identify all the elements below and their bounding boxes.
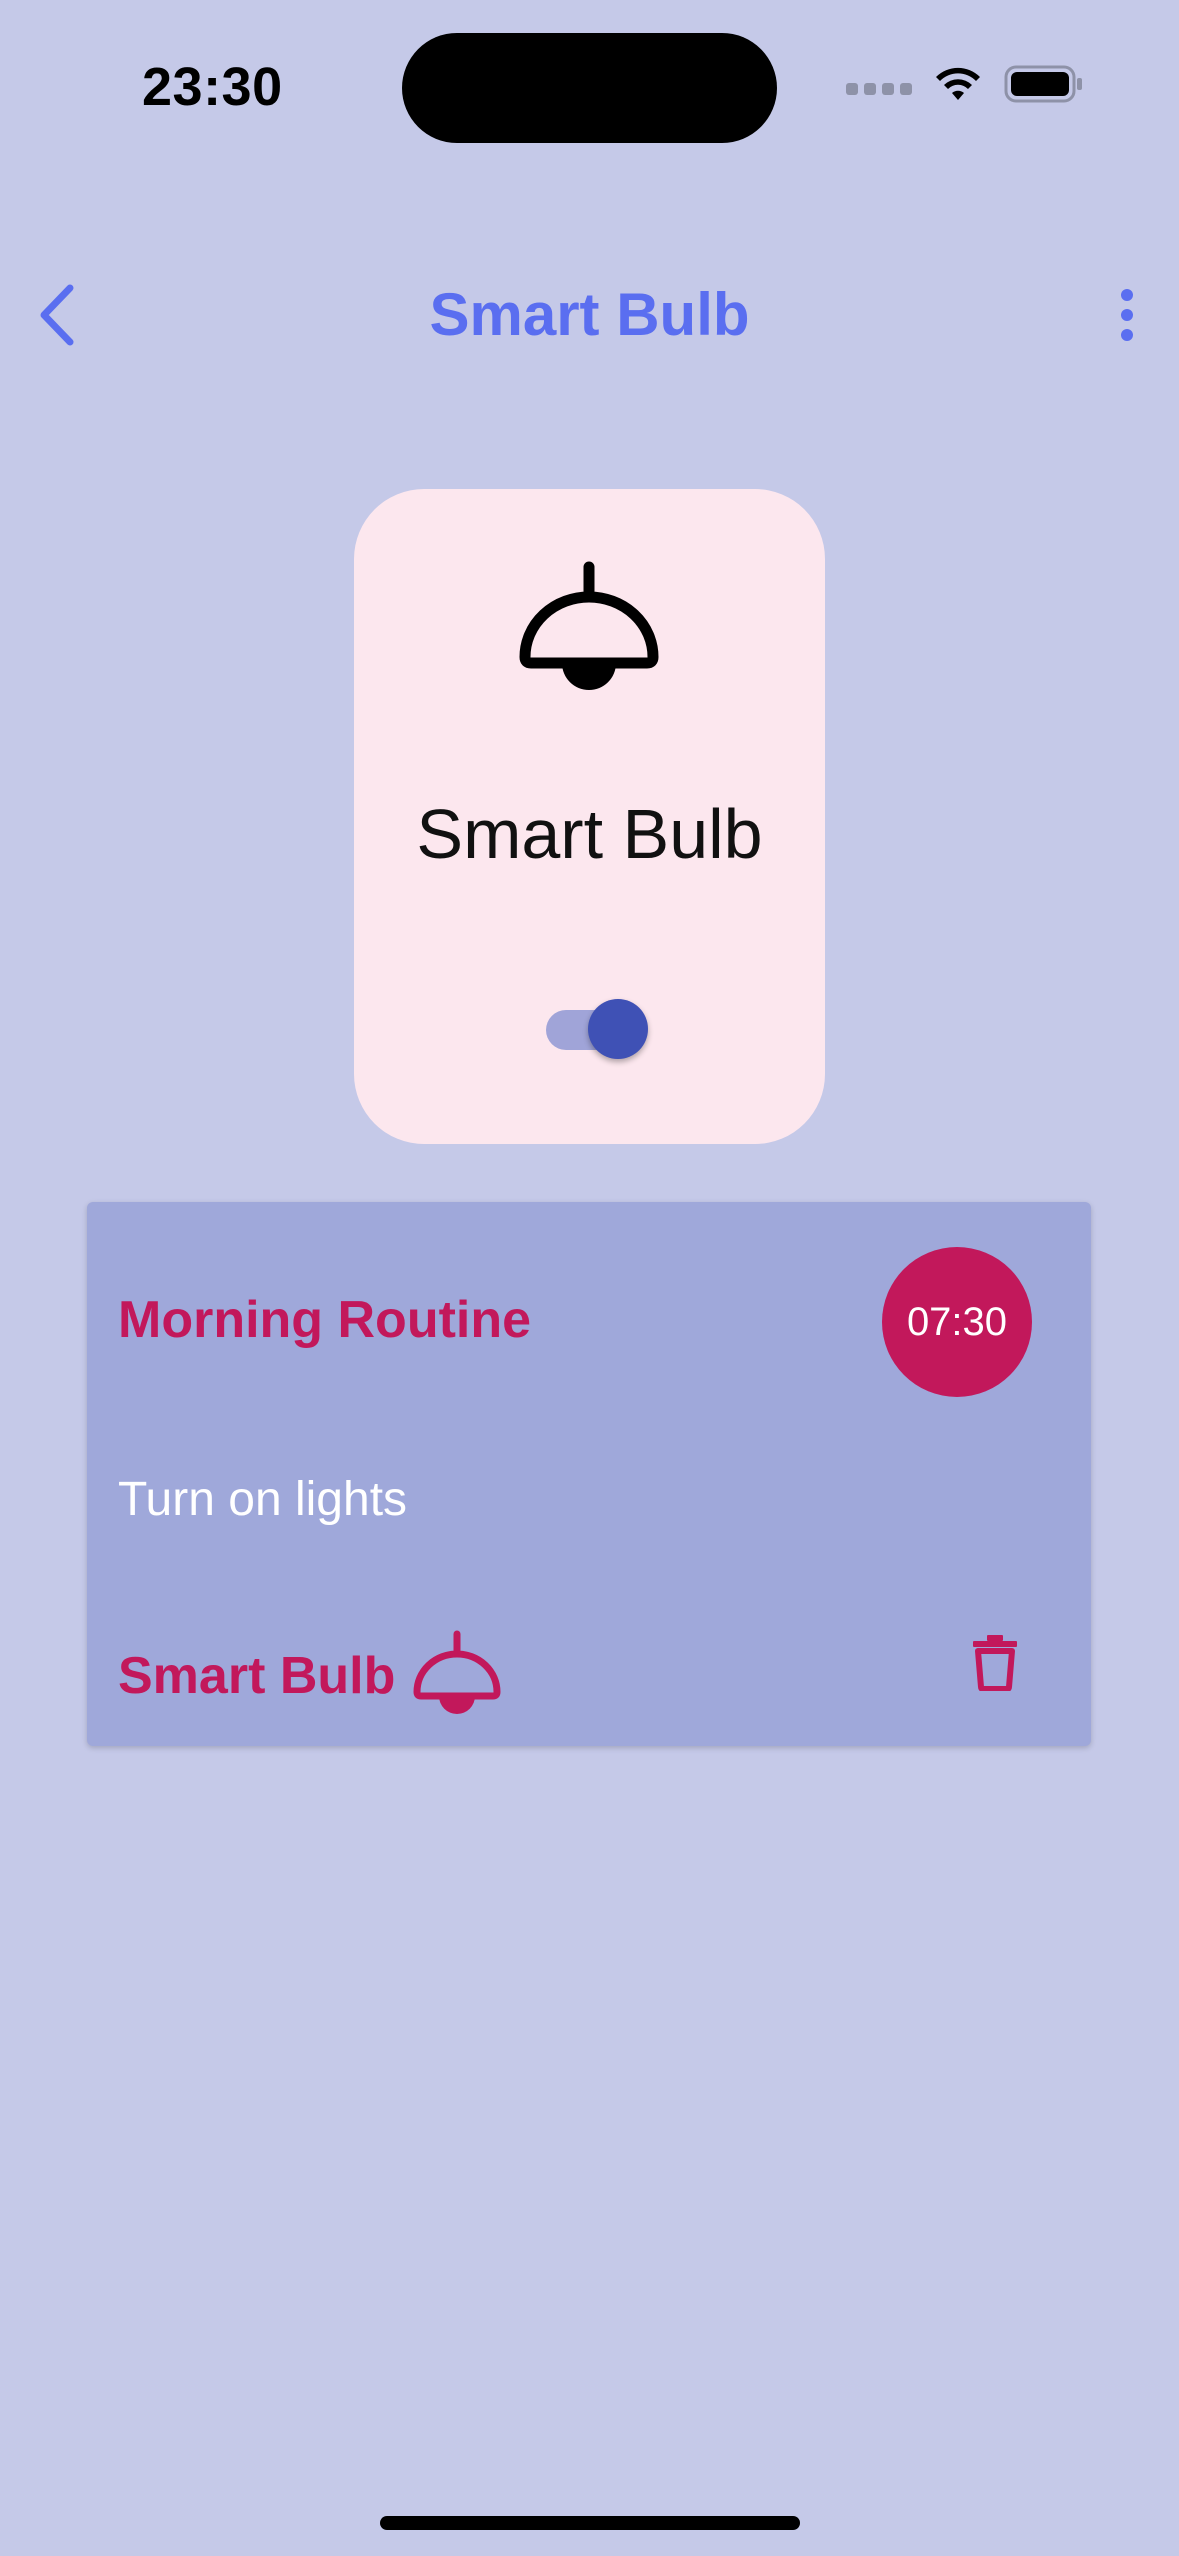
status-bar: 23:30 <box>0 0 1179 170</box>
routine-device-label: Smart Bulb <box>118 1647 396 1705</box>
cellular-signal-icon <box>846 83 912 95</box>
power-toggle[interactable] <box>540 997 648 1059</box>
routine-title: Morning Routine <box>118 1291 532 1349</box>
trash-icon <box>973 1635 1017 1691</box>
lamp-icon <box>519 561 659 690</box>
page-title: Smart Bulb <box>429 281 750 348</box>
routine-device: Smart Bulb <box>118 1630 503 1722</box>
status-icons <box>846 64 1084 104</box>
more-vertical-icon <box>1121 289 1133 341</box>
routine-card[interactable]: Morning Routine 07:30 Turn on lights Sma… <box>87 1202 1091 1746</box>
device-card[interactable]: Smart Bulb <box>354 489 825 1144</box>
delete-routine-button[interactable] <box>960 1627 1030 1697</box>
toggle-thumb <box>588 999 648 1059</box>
device-name: Smart Bulb <box>416 795 763 873</box>
app-bar: Smart Bulb <box>0 250 1179 370</box>
battery-icon <box>1004 65 1082 103</box>
wifi-icon <box>936 67 980 100</box>
routine-action: Turn on lights <box>118 1473 408 1526</box>
routine-time-badge: 07:30 <box>882 1247 1032 1397</box>
home-indicator[interactable] <box>380 2516 800 2530</box>
dynamic-island <box>402 33 777 143</box>
status-time: 23:30 <box>142 57 283 117</box>
more-options-button[interactable] <box>1097 280 1157 350</box>
lamp-icon <box>413 1630 501 1714</box>
